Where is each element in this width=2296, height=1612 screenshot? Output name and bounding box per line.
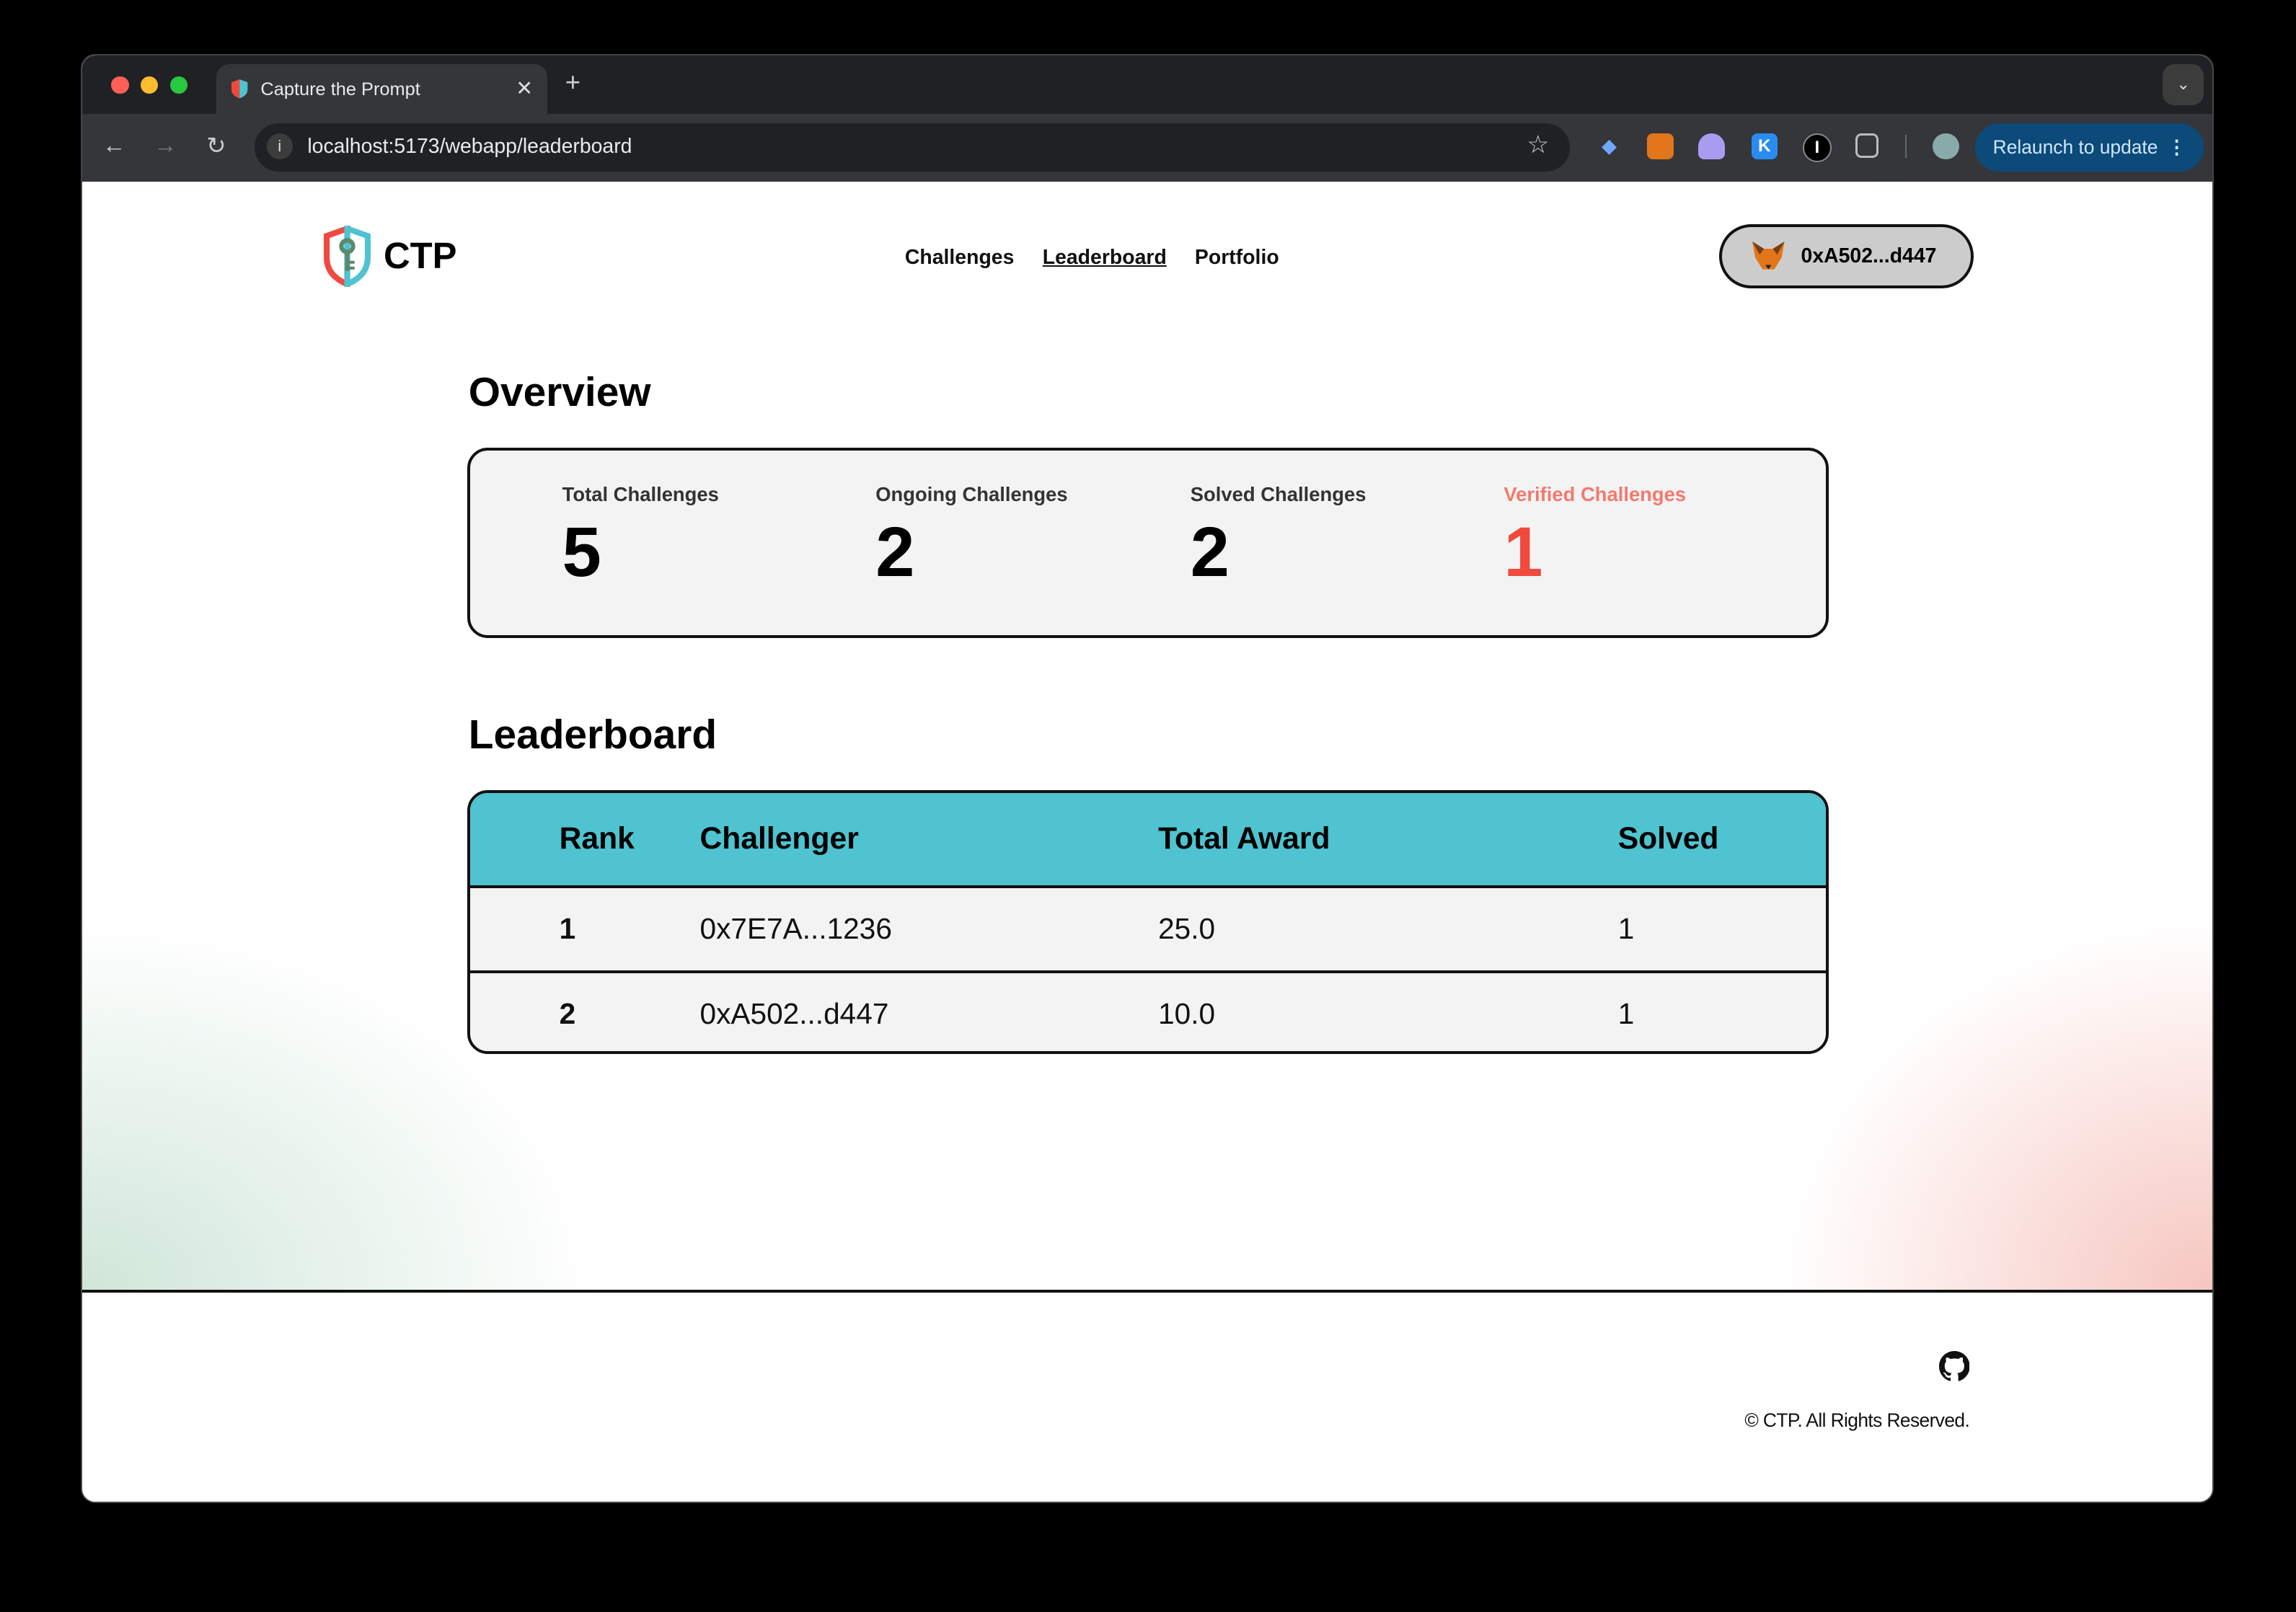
column-total-award: Total Award — [1158, 821, 1330, 856]
challenger-cell: 0xA502...d447 — [699, 996, 889, 1030]
stat-label: Verified Challenges — [1504, 482, 1687, 505]
tab-bar: Capture the Prompt ✕ + ⌄ — [81, 56, 2213, 115]
ctp-shield-key-logo-icon — [323, 225, 371, 287]
ghost-extension-icon[interactable] — [1698, 133, 1725, 160]
column-challenger: Challenger — [699, 821, 859, 856]
metamask-fox-icon — [1752, 241, 1785, 270]
stat-label: Total Challenges — [562, 482, 719, 505]
nav-portfolio[interactable]: Portfolio — [1195, 246, 1279, 270]
solved-cell: 1 — [1617, 911, 1635, 945]
github-icon[interactable] — [1938, 1351, 1970, 1382]
column-rank: Rank — [559, 821, 635, 856]
relaunch-label: Relaunch to update — [1992, 136, 2158, 158]
wallet-address: 0xA502...d447 — [1801, 244, 1937, 267]
browser-tab[interactable]: Capture the Prompt ✕ — [216, 64, 548, 115]
stat-label: Ongoing Challenges — [875, 482, 1068, 505]
forward-icon[interactable]: → — [154, 132, 177, 159]
tab-search-chevron-icon[interactable]: ⌄ — [2163, 64, 2204, 106]
profile-avatar[interactable] — [1933, 133, 1959, 160]
wallet-button[interactable]: 0xA502...d447 — [1718, 223, 1974, 288]
page-content: CTP Challenges Leaderboard Portfolio 0xA… — [81, 181, 2213, 1290]
stat-label: Solved Challenges — [1190, 482, 1366, 505]
footer: © CTP. All Rights Reserved. — [81, 1289, 2213, 1502]
k-extension-icon[interactable]: K — [1751, 133, 1778, 160]
overview-title: Overview — [468, 369, 651, 415]
browser-window: Capture the Prompt ✕ + ⌄ ← → ↻ i localho… — [80, 54, 2215, 1504]
stat-value: 2 — [1190, 513, 1229, 592]
url-text[interactable]: localhost:5173/webapp/leaderboard — [307, 135, 632, 159]
nav-challenges[interactable]: Challenges — [905, 246, 1015, 270]
rank-cell: 2 — [559, 996, 576, 1030]
wrench-extension-icon[interactable]: I — [1802, 133, 1832, 163]
minimize-window-button[interactable] — [140, 76, 159, 94]
more-menu-icon[interactable]: ⋮ — [2167, 123, 2186, 172]
stat-verified-challenges: Verified Challenges 1 — [1504, 483, 1686, 593]
back-icon[interactable]: ← — [102, 132, 125, 159]
stat-ongoing-challenges: Ongoing Challenges 2 — [875, 483, 1067, 593]
reload-icon[interactable]: ↻ — [206, 132, 226, 159]
award-cell: 10.0 — [1158, 996, 1216, 1030]
new-tab-button[interactable]: + — [565, 67, 580, 97]
stat-value: 2 — [875, 513, 915, 592]
shield-favicon-icon — [231, 79, 248, 98]
brand-name[interactable]: CTP — [384, 234, 457, 277]
solved-cell: 1 — [1617, 996, 1635, 1030]
overview-card: Total Challenges 5 Ongoing Challenges 2 So… — [467, 448, 1829, 639]
maximize-window-button[interactable] — [169, 76, 187, 94]
table-row: 2 0xA502...d447 10.0 1 — [470, 973, 1826, 1051]
stat-total-challenges: Total Challenges 5 — [562, 483, 719, 593]
relaunch-button[interactable]: Relaunch to update ⋮ — [1975, 123, 2204, 172]
browser-toolbar: ← → ↻ i localhost:5173/webapp/leaderboar… — [81, 114, 2213, 182]
stat-solved-challenges: Solved Challenges 2 — [1191, 483, 1366, 593]
leaderboard-title: Leaderboard — [468, 712, 718, 758]
rank-cell: 1 — [559, 911, 576, 945]
column-solved: Solved — [1617, 821, 1719, 856]
challenger-cell: 0x7E7A...1236 — [699, 911, 892, 945]
award-cell: 25.0 — [1158, 911, 1216, 945]
puzzle-extensions-icon[interactable] — [1855, 133, 1879, 159]
metamask-extension-icon[interactable] — [1647, 133, 1674, 160]
stat-value: 1 — [1504, 513, 1543, 592]
address-bar[interactable]: i localhost:5173/webapp/leaderboard ☆ — [255, 123, 1570, 172]
leaderboard-table: Rank Challenger Total Award Solved 1 0x7… — [467, 790, 1829, 1054]
tab-title: Capture the Prompt — [260, 79, 420, 99]
nav-leaderboard[interactable]: Leaderboard — [1043, 246, 1167, 270]
close-window-button[interactable] — [111, 76, 129, 94]
bookmark-star-icon[interactable]: ☆ — [1527, 130, 1549, 159]
copyright-text: © CTP. All Rights Reserved. — [1744, 1409, 1970, 1432]
blue-gem-extension-icon[interactable]: ⬥ — [1596, 133, 1622, 160]
stat-value: 5 — [562, 513, 601, 592]
close-tab-icon[interactable]: ✕ — [516, 76, 533, 101]
table-row: 1 0x7E7A...1236 25.0 1 — [469, 888, 1827, 974]
toolbar-divider — [1904, 134, 1907, 159]
site-info-icon[interactable]: i — [266, 133, 293, 160]
table-header: Rank Challenger Total Award Solved — [469, 793, 1827, 889]
